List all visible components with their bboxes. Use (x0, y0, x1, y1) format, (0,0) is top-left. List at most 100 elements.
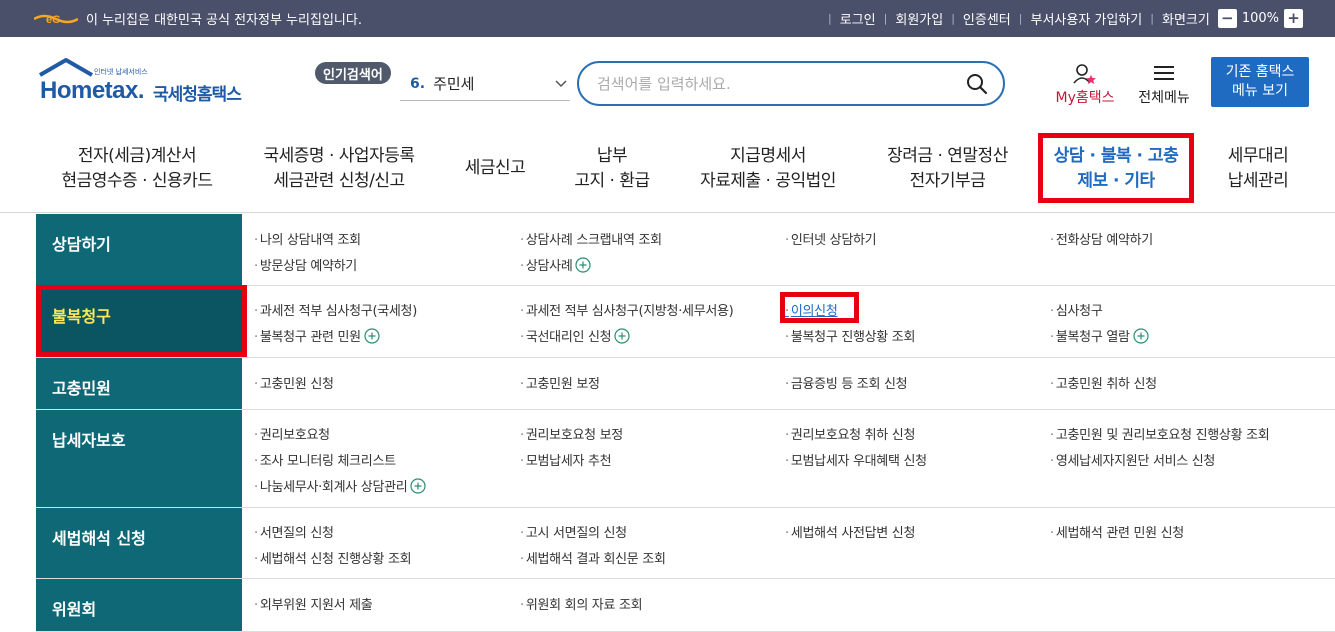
category-committee[interactable]: 위원회 (36, 579, 242, 631)
menu-link[interactable]: 고시 서면질의 신청 (520, 522, 627, 541)
popular-keyword-select[interactable]: 6. 주민세 (400, 67, 570, 101)
login-link[interactable]: 로그인 (832, 9, 884, 28)
old-menu-line1: 기존 홈택스 (1225, 64, 1295, 80)
menu-link[interactable]: 세법해석 관련 민원 신청 (1050, 522, 1184, 541)
nav-label: 장려금 · 연말정산 (887, 146, 1008, 166)
menu-link[interactable]: 상담사례 스크랩내역 조회 (520, 229, 662, 248)
menu-link[interactable]: 권리보호요청 취하 신청 (785, 424, 916, 443)
nav-label: 국세증명 · 사업자등록 (263, 146, 415, 166)
menu-row-grievance: 고충민원 고충민원 신청 고충민원 보정 금융증빙 등 조회 신청 고충민원 취… (36, 358, 1335, 410)
nav-incentive[interactable]: 장려금 · 연말정산 전자기부금 (875, 144, 1020, 194)
menu-link-with-expand[interactable]: 불복청구 관련 민원 (254, 326, 380, 345)
active-arrow-icon (242, 316, 247, 326)
menu-link[interactable]: 고충민원 신청 (254, 373, 334, 392)
nav-label: 납세관리 (1227, 171, 1289, 191)
menu-link[interactable]: 전화상담 예약하기 (1050, 229, 1153, 248)
logo-wordmark: Hometax. (40, 77, 145, 104)
category-grievance[interactable]: 고충민원 (36, 358, 242, 409)
nav-label: 전자(세금)계산서 (77, 146, 197, 166)
category-tax-interpretation[interactable]: 세법해석 신청 (36, 508, 242, 578)
menu-link[interactable]: 서면질의 신청 (254, 522, 334, 541)
nav-e-invoice[interactable]: 전자(세금)계산서 현금영수증 · 신용카드 (50, 144, 224, 194)
menu-link[interactable]: 금융증빙 등 조회 신청 (785, 373, 908, 392)
menu-link[interactable]: 고충민원 및 권리보호요청 진행상황 조회 (1050, 424, 1270, 443)
menu-link-objection[interactable]: 이의신청 (785, 300, 838, 319)
menu-link-label: 나눔세무사·회계사 상담관리 (259, 480, 408, 495)
site-header: 인터넷 납세서비스 Hometax. 국세청홈택스 인기검색어 6. 주민세 M… (0, 37, 1335, 127)
menu-link[interactable]: 방문상담 예약하기 (254, 255, 357, 274)
hamburger-icon (1154, 66, 1174, 80)
hometax-logo[interactable]: 인터넷 납세서비스 Hometax. 국세청홈택스 (36, 57, 256, 107)
menu-link[interactable]: 모범납세자 추천 (520, 450, 612, 469)
menu-link[interactable]: 위원회 회의 자료 조회 (520, 594, 643, 613)
search-icon[interactable] (965, 72, 989, 96)
nav-highlight-box (1038, 133, 1194, 203)
menu-link[interactable]: 권리보호요청 보정 (520, 424, 623, 443)
menu-link[interactable]: 고충민원 보정 (520, 373, 600, 392)
cert-center-link[interactable]: 인증센터 (955, 9, 1019, 28)
menu-link-with-expand[interactable]: 불복청구 열람 (1050, 326, 1149, 345)
nav-payment[interactable]: 납부 고지 · 환급 (562, 144, 662, 194)
menu-link[interactable]: 불복청구 진행상황 조회 (785, 326, 916, 345)
menu-link[interactable]: 조사 모니터링 체크리스트 (254, 450, 396, 469)
menu-link[interactable]: 영세납세자지원단 서비스 신청 (1050, 450, 1216, 469)
menu-link[interactable]: 과세전 적부 심사청구(국세청) (254, 300, 417, 319)
my-hometax-button[interactable]: My홈택스 (1050, 63, 1120, 111)
menu-link[interactable]: 모범납세자 우대혜택 신청 (785, 450, 927, 469)
popular-keyword: 주민세 (433, 75, 475, 93)
screen-size-label: 화면크기 (1161, 13, 1210, 28)
nav-label: 납부 (596, 146, 628, 166)
menu-link[interactable]: 인터넷 상담하기 (785, 229, 877, 248)
nav-tax-filing[interactable]: 세금신고 (455, 156, 535, 181)
zoom-in-button[interactable]: + (1284, 9, 1303, 28)
menu-link[interactable]: 세법해석 신청 진행상황 조회 (254, 548, 412, 567)
plus-circle-icon[interactable] (575, 257, 592, 273)
chevron-down-icon (555, 80, 567, 88)
nav-label: 현금영수증 · 신용카드 (61, 171, 213, 191)
search-input[interactable] (597, 73, 937, 95)
menu-row-appeal: 불복청구 과세전 적부 심사청구(국세청) 과세전 적부 심사청구(지방청·세무… (36, 286, 1335, 358)
menu-row-consult: 상담하기 나의 상담내역 조회 상담사례 스크랩내역 조회 인터넷 상담하기 전… (36, 214, 1335, 286)
old-hometax-menu-button[interactable]: 기존 홈택스 메뉴 보기 (1211, 57, 1309, 107)
logo-subtitle: 인터넷 납세서비스 (94, 68, 148, 76)
signup-link[interactable]: 회원가입 (887, 9, 951, 28)
menu-link[interactable]: 고충민원 취하 신청 (1050, 373, 1157, 392)
nav-label: 전자기부금 (909, 171, 986, 191)
logo-korean: 국세청홈택스 (153, 85, 242, 105)
menu-link[interactable]: 세법해석 사전답변 신청 (785, 522, 916, 541)
category-consult[interactable]: 상담하기 (36, 214, 242, 285)
menu-link-label: 불복청구 관련 민원 (259, 330, 361, 345)
svg-text:eG: eG (46, 14, 61, 26)
menu-link[interactable]: 나의 상담내역 조회 (254, 229, 361, 248)
menu-row-tax-interpretation: 세법해석 신청 서면질의 신청 고시 서면질의 신청 세법해석 사전답변 신청 … (36, 508, 1335, 579)
menu-link-label: 불복청구 열람 (1055, 330, 1130, 345)
menu-link[interactable]: 과세전 적부 심사청구(지방청·세무서용) (520, 300, 734, 319)
nav-label: 고지 · 환급 (574, 171, 650, 191)
nav-label: 지급명세서 (730, 146, 806, 166)
all-menu-button[interactable]: 전체메뉴 (1133, 63, 1195, 111)
dept-user-signup-link[interactable]: 부서사용자 가입하기 (1022, 9, 1150, 28)
user-icon (1073, 64, 1096, 84)
search-box[interactable] (577, 61, 1005, 106)
category-taxpayer-protection[interactable]: 납세자보호 (36, 410, 242, 507)
nav-label: 세무대리 (1227, 146, 1289, 166)
menu-link[interactable]: 세법해석 결과 회신문 조회 (520, 548, 666, 567)
zoom-out-button[interactable]: − (1217, 9, 1237, 28)
menu-link[interactable]: 외부위원 지원서 제출 (254, 594, 373, 613)
plus-circle-icon[interactable] (1133, 328, 1149, 344)
plus-circle-icon[interactable] (410, 478, 427, 494)
nav-label: 세금신고 (464, 158, 526, 178)
nav-tax-certificate[interactable]: 국세증명 · 사업자등록 세금관련 신청/신고 (244, 144, 434, 194)
menu-link-with-expand[interactable]: 국선대리인 신청 (520, 326, 630, 345)
egov-logo-icon: eG (34, 14, 78, 26)
category-appeal[interactable]: 불복청구 (36, 286, 242, 357)
nav-payment-statement[interactable]: 지급명세서 자료제출 · 공익법인 (688, 144, 848, 194)
menu-row-taxpayer-protection: 납세자보호 권리보호요청 권리보호요청 보정 권리보호요청 취하 신청 고충민원… (36, 410, 1335, 508)
plus-circle-icon[interactable] (614, 328, 630, 344)
menu-link[interactable]: 심사청구 (1050, 300, 1103, 319)
menu-link[interactable]: 권리보호요청 (254, 424, 330, 443)
plus-circle-icon[interactable] (364, 328, 380, 344)
menu-link-with-expand[interactable]: 상담사례 (520, 255, 592, 274)
menu-link-with-expand[interactable]: 나눔세무사·회계사 상담관리 (254, 476, 427, 495)
nav-tax-agent[interactable]: 세무대리 납세관리 (1215, 144, 1301, 194)
